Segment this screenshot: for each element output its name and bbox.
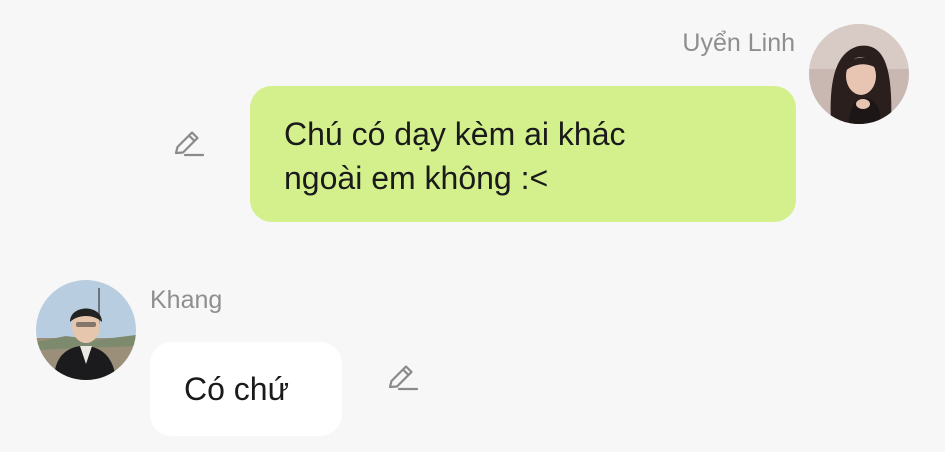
- sender-name-khang: Khang: [150, 286, 223, 314]
- pencil-edit-icon: [174, 131, 205, 157]
- avatar-khang[interactable]: [36, 280, 136, 380]
- message-text-line: ngoài em không :<: [284, 160, 549, 196]
- chat-conversation: Uyển Linh Chú có dạy kèm ai khác ngoài e…: [0, 0, 945, 452]
- edit-message-button[interactable]: [170, 126, 206, 162]
- pencil-edit-icon: [388, 365, 419, 391]
- message-text-line: Chú có dạy kèm ai khác: [284, 116, 626, 152]
- sender-name-uyen-linh: Uyển Linh: [682, 29, 795, 57]
- avatar-uyen-linh[interactable]: [809, 24, 909, 124]
- message-text-line: Có chứ: [184, 371, 290, 407]
- avatar-photo-uyen-linh-icon: [809, 24, 909, 124]
- message-bubble-incoming[interactable]: Có chứ: [150, 342, 342, 436]
- edit-message-button[interactable]: [384, 360, 420, 396]
- avatar-photo-khang-icon: [36, 280, 136, 380]
- message-bubble-outgoing[interactable]: Chú có dạy kèm ai khác ngoài em không :<: [250, 86, 796, 222]
